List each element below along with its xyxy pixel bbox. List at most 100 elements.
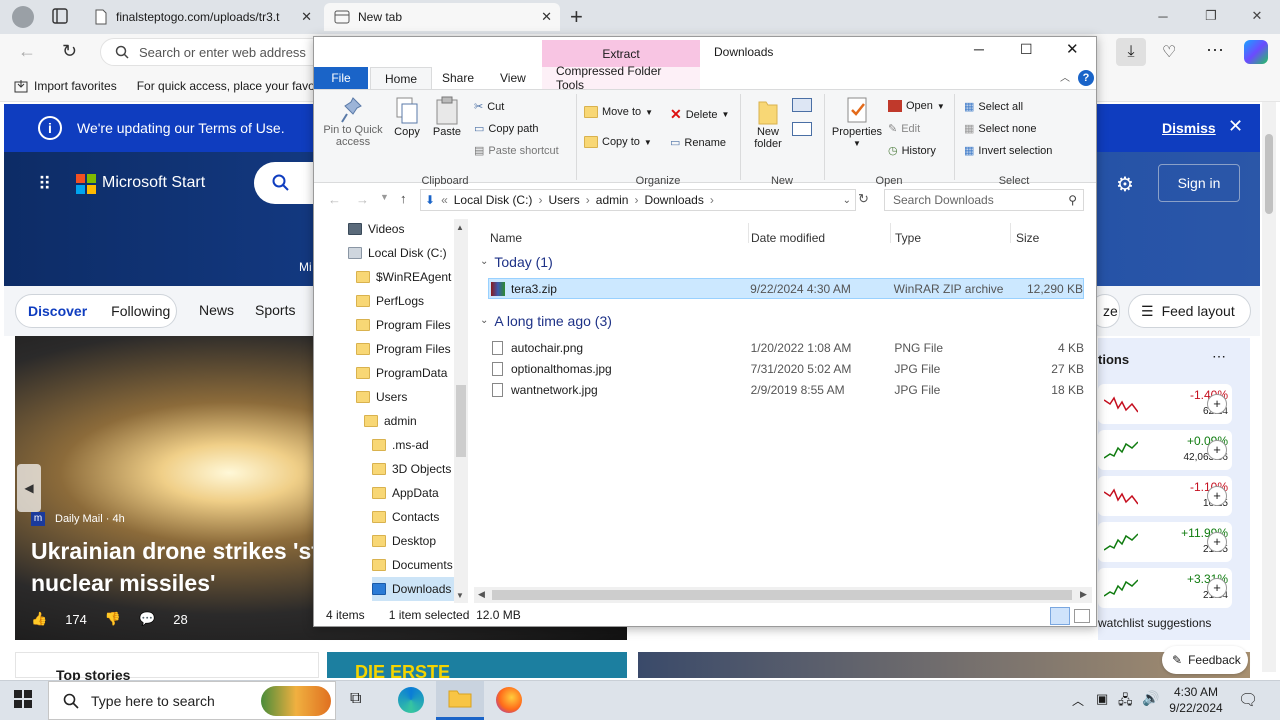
nav-item[interactable]: .ms-ad: [372, 433, 429, 457]
add-to-watchlist-icon[interactable]: +: [1207, 532, 1227, 552]
new-item-icon[interactable]: [792, 98, 812, 112]
restore-icon[interactable]: ❐: [1188, 0, 1234, 32]
carousel-prev-icon[interactable]: ◀: [17, 464, 41, 512]
easy-access-icon[interactable]: [792, 122, 812, 136]
comment-icon[interactable]: 💬: [139, 611, 155, 627]
file-group-header[interactable]: ⌄ A long time ago (3): [480, 310, 1076, 331]
ribbon-tab-share[interactable]: Share: [428, 67, 488, 89]
select-all-button[interactable]: ▦ Select all: [964, 100, 1023, 114]
watchlist-suggestions[interactable]: watchlist suggestions: [1098, 616, 1211, 630]
add-to-watchlist-icon[interactable]: +: [1207, 394, 1227, 414]
copy-button[interactable]: Copy: [392, 96, 422, 138]
page-search-box[interactable]: [254, 162, 314, 204]
rename-button[interactable]: ▭ Rename: [670, 136, 726, 150]
nav-item[interactable]: $WinREAgent: [356, 265, 451, 289]
taskbar-search-input[interactable]: Type here to search: [48, 681, 336, 720]
large-icons-view-icon[interactable]: [1074, 609, 1090, 623]
extract-context-tab[interactable]: Extract: [542, 40, 700, 67]
ribbon-tab-file[interactable]: File: [314, 67, 368, 89]
nav-item[interactable]: Program Files: [356, 313, 451, 337]
up-icon[interactable]: ↑: [400, 191, 407, 206]
nav-item[interactable]: Program Files: [356, 337, 451, 361]
close-tab-icon[interactable]: ✕: [541, 9, 552, 25]
feed-layout-button[interactable]: ☰ Feed layout: [1128, 294, 1251, 328]
notifications-icon[interactable]: 🗨: [1238, 690, 1258, 710]
breadcrumb-item[interactable]: admin: [596, 193, 629, 207]
paste-button[interactable]: Paste: [432, 96, 462, 138]
copy-path-button[interactable]: ▭ Copy path: [474, 122, 539, 136]
cut-button[interactable]: ✂ Cut: [474, 100, 504, 114]
refresh-icon[interactable]: ↻: [62, 41, 77, 62]
device-icon[interactable]: ▣: [1096, 691, 1108, 707]
back-icon[interactable]: ←: [328, 192, 341, 207]
column-date[interactable]: Date modified: [751, 231, 825, 245]
column-name[interactable]: Name: [490, 231, 522, 245]
back-icon[interactable]: ←: [18, 41, 36, 62]
scroll-right-icon[interactable]: ▶: [1080, 589, 1087, 600]
explorer-taskbar-button[interactable]: [436, 681, 484, 720]
clock[interactable]: 4:30 AM 9/22/2024: [1164, 684, 1228, 716]
nav-item[interactable]: Desktop: [372, 529, 436, 553]
minimize-icon[interactable]: ─: [1140, 0, 1186, 32]
maximize-icon[interactable]: ☐: [1020, 41, 1033, 58]
scroll-thumb[interactable]: [456, 385, 466, 457]
more-menu-icon[interactable]: ⋯: [1206, 40, 1224, 61]
ribbon-tab-view[interactable]: View: [486, 67, 540, 89]
firefox-taskbar-icon[interactable]: [496, 687, 522, 713]
breadcrumb[interactable]: ⬇ « Local Disk (C:) › Users › admin › Downl…: [420, 189, 856, 211]
downloads-icon[interactable]: ⤓: [1116, 38, 1146, 66]
copilot-icon[interactable]: [1244, 40, 1268, 64]
story-image-card[interactable]: [638, 652, 1250, 678]
recent-locations-icon[interactable]: ▼: [380, 192, 389, 202]
nav-item[interactable]: Local Disk (C:): [348, 241, 447, 265]
nav-item[interactable]: PerfLogs: [356, 289, 424, 313]
profile-avatar[interactable]: [12, 6, 34, 28]
edge-taskbar-icon[interactable]: [398, 687, 424, 713]
tab-sports[interactable]: Sports: [255, 302, 295, 318]
add-to-watchlist-icon[interactable]: +: [1207, 486, 1227, 506]
like-icon[interactable]: 👍: [31, 611, 47, 627]
nav-item[interactable]: 3D Objects: [372, 457, 451, 481]
file-group-header[interactable]: ⌄ Today (1): [480, 251, 1076, 272]
move-to-button[interactable]: Move to ▼: [584, 106, 653, 118]
network-icon[interactable]: 🖧: [1118, 691, 1133, 713]
search-downloads-input[interactable]: Search Downloads ⚲: [884, 189, 1084, 211]
nav-scrollbar[interactable]: ▲ ▼: [454, 219, 468, 603]
add-to-watchlist-icon[interactable]: +: [1207, 440, 1227, 460]
copy-to-button[interactable]: Copy to ▼: [584, 136, 652, 148]
feedback-button[interactable]: ✎ Feedback: [1162, 646, 1248, 674]
breadcrumb-item[interactable]: Users: [548, 193, 579, 207]
settings-gear-icon[interactable]: ⚙: [1116, 172, 1134, 197]
invert-selection-button[interactable]: ▦ Invert selection: [964, 144, 1052, 158]
sign-in-button[interactable]: Sign in: [1158, 164, 1240, 202]
file-row[interactable]: autochair.png 1/20/2022 1:08 AM PNG File 4 …: [488, 337, 1084, 358]
scroll-down-icon[interactable]: ▼: [456, 591, 464, 600]
close-tab-icon[interactable]: ✕: [301, 9, 312, 25]
ribbon-tab-home[interactable]: Home: [370, 67, 433, 89]
close-banner-icon[interactable]: ✕: [1228, 116, 1243, 137]
close-icon[interactable]: ✕: [1066, 40, 1079, 58]
promo-card[interactable]: DIE ERSTE: [327, 652, 627, 678]
file-row[interactable]: optionalthomas.jpg 7/31/2020 5:02 AM JPG F…: [488, 358, 1084, 379]
start-windows-icon[interactable]: [14, 690, 32, 708]
add-to-watchlist-icon[interactable]: +: [1207, 578, 1227, 598]
collapse-ribbon-icon[interactable]: ︿: [1060, 69, 1070, 84]
nav-item[interactable]: AppData: [372, 481, 439, 505]
open-button[interactable]: Open ▼: [888, 100, 945, 112]
apps-grid-icon[interactable]: ⠿: [38, 174, 51, 195]
task-view-icon[interactable]: ⧉: [350, 690, 361, 708]
nav-item[interactable]: Documents: [372, 553, 453, 577]
compressed-folder-tools-tab[interactable]: Compressed Folder Tools: [542, 64, 700, 92]
tab-actions-icon[interactable]: [52, 8, 68, 24]
details-view-icon[interactable]: [1050, 607, 1070, 625]
horizontal-scrollbar[interactable]: ◀ ▶: [474, 587, 1092, 603]
new-folder-button[interactable]: New folder: [748, 96, 788, 150]
tab-discover[interactable]: Discover: [28, 303, 87, 319]
browser-essentials-icon[interactable]: ♡: [1162, 42, 1176, 62]
new-tab-button[interactable]: +: [570, 4, 583, 30]
nav-item[interactable]: ProgramData: [356, 361, 447, 385]
show-hidden-icons[interactable]: ︿: [1072, 692, 1084, 709]
minimize-icon[interactable]: ─: [974, 41, 984, 57]
scroll-thumb[interactable]: [492, 590, 1072, 600]
column-type[interactable]: Type: [895, 231, 921, 245]
